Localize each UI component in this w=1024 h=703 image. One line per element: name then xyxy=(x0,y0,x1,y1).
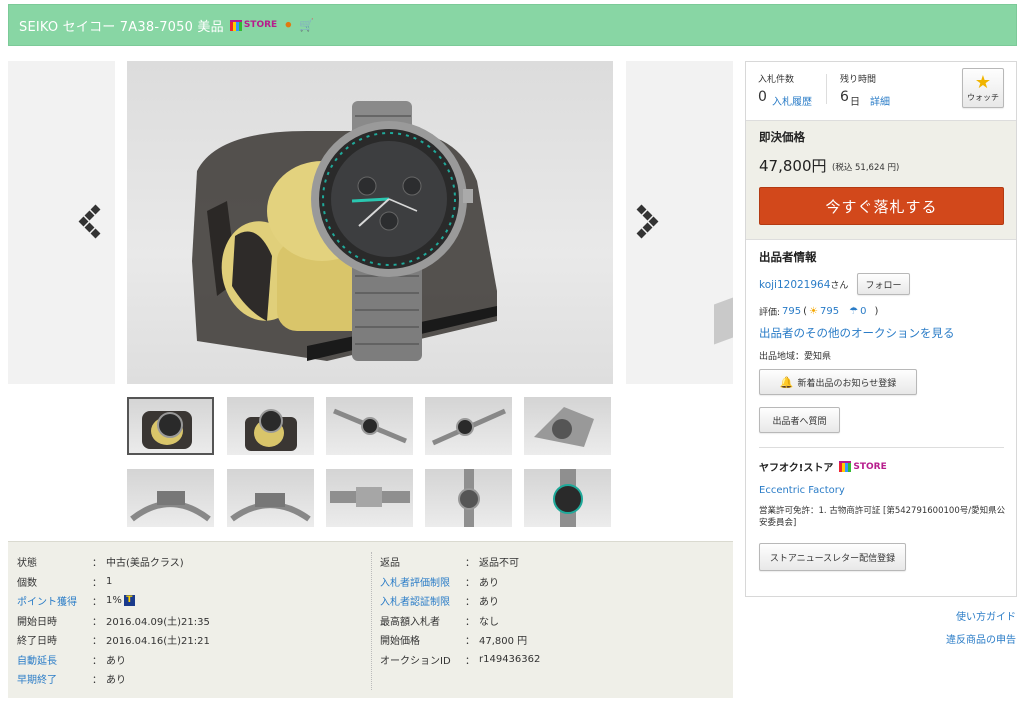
time-left-value: 6 xyxy=(840,89,849,105)
store-name-link[interactable]: Eccentric Factory xyxy=(759,485,845,496)
item-title-bar: SEIKO セイコー 7A38-7050 美品 STORE ⚫ 🛒 xyxy=(8,4,1017,46)
bad-rating-link[interactable]: 0 xyxy=(860,306,866,317)
rating-paren-close: ) xyxy=(874,306,879,317)
thumbnail[interactable] xyxy=(326,397,413,455)
thumbnail[interactable] xyxy=(227,397,314,455)
detail-row-top-bidder: 最高額入札者：なし xyxy=(380,616,499,628)
detail-row-points: ポイント獲得： 1% T xyxy=(17,591,357,611)
time-left-label: 残り時間 xyxy=(840,75,877,85)
follow-button[interactable]: フォロー xyxy=(857,273,910,295)
details-left-column: 状態：中古(美品クラス) 個数： 1 ポイント獲得： 1% T 開始日時： 2016.0… xyxy=(17,552,357,689)
bid-count-value: 0 xyxy=(758,89,767,105)
umbrella-icon: ☂ xyxy=(849,306,859,317)
main-product-photo[interactable] xyxy=(127,61,613,384)
thumbnail[interactable] xyxy=(127,397,214,455)
report-violation-link[interactable]: 違反商品の申告 xyxy=(946,631,1016,646)
details-divider xyxy=(371,552,372,690)
detail-row-condition: 状態：中古(美品クラス) xyxy=(17,558,184,570)
early-end-link[interactable]: 早期終了 xyxy=(17,671,92,686)
store-newsletter-button[interactable]: ストアニュースレター配信登録 xyxy=(759,543,906,571)
other-auctions-link[interactable]: 出品者のその他のオークションを見る xyxy=(759,325,955,341)
store-icon xyxy=(229,19,242,31)
store-badge-label: STORE xyxy=(243,20,278,30)
thumbnail[interactable] xyxy=(425,397,512,455)
seller-info-title: 出品者情報 xyxy=(759,250,817,264)
bell-icon: 🔔 xyxy=(779,375,794,389)
buy-now-price: 47,800円 xyxy=(759,157,827,175)
section-divider xyxy=(759,447,1004,448)
cart-icon[interactable]: 🛒 xyxy=(299,18,314,32)
good-rating-link[interactable]: 795 xyxy=(820,306,839,317)
chevron-right-icon[interactable] xyxy=(636,204,659,239)
gallery-next-panel[interactable] xyxy=(626,61,733,384)
auth-limit-link[interactable]: 入札者認証制限 xyxy=(380,593,465,608)
watch-label: ウォッチ xyxy=(967,92,999,102)
thumbnail[interactable] xyxy=(524,397,611,455)
store-badge: STORE xyxy=(839,461,887,472)
detail-row-rating-limit: 入札者評価制限：あり xyxy=(380,572,720,592)
bid-sidebar: 入札件数 0 入札履歴 残り時間 6 日 詳細 ★ ウォッチ 即決価格 47,8… xyxy=(745,61,1017,597)
points-link[interactable]: ポイント獲得 xyxy=(17,593,92,608)
ask-seller-button[interactable]: 出品者へ質問 xyxy=(759,407,840,433)
seller-name-row: koji12021964さん xyxy=(759,278,848,291)
seller-name-link[interactable]: koji12021964 xyxy=(759,279,830,291)
detail-row-quantity: 個数： 1 xyxy=(17,575,113,589)
chevron-left-icon[interactable] xyxy=(78,204,102,239)
bid-status: 入札件数 0 入札履歴 残り時間 6 日 詳細 ★ ウォッチ xyxy=(746,62,1016,118)
new-listing-notify-label: 新着出品のお知らせ登録 xyxy=(797,378,897,389)
store-title-row: ヤフオク!ストア STORE xyxy=(759,459,887,474)
buy-now-box: 即決価格 47,800円 (税込 51,624 円) 今すぐ落札する xyxy=(746,120,1016,240)
bid-history-link[interactable]: 入札履歴 xyxy=(772,93,812,108)
fire-icon: ⚫ xyxy=(283,18,294,32)
rating-paren-open: ( xyxy=(803,306,808,317)
seller-area: 出品地域：愛知県 xyxy=(759,352,832,362)
new-listing-notify-button[interactable]: 🔔 新着出品のお知らせ登録 xyxy=(759,369,917,395)
tpoint-icon: T xyxy=(123,595,135,607)
buy-now-label: 即決価格 xyxy=(759,130,805,144)
usage-guide-link[interactable]: 使い方ガイド xyxy=(956,608,1016,623)
detail-row-early-end: 早期終了：あり xyxy=(17,669,357,689)
store-badge-label: STORE xyxy=(853,461,887,472)
rating-link[interactable]: 795 xyxy=(782,306,801,317)
buy-now-tax-price: (税込 51,624 円) xyxy=(832,163,900,173)
sun-icon: ☀ xyxy=(809,306,819,317)
bid-count-label: 入札件数 xyxy=(758,75,795,85)
detail-row-auto-extend: 自動延長：あり xyxy=(17,650,357,670)
detail-row-auction-id: オークションID： r149436362 xyxy=(380,653,541,667)
time-detail-link[interactable]: 詳細 xyxy=(870,93,890,108)
auto-extend-link[interactable]: 自動延長 xyxy=(17,652,92,667)
details-right-column: 返品：返品不可 入札者評価制限：あり 入札者認証制限：あり 最高額入札者：なし … xyxy=(380,552,720,669)
detail-row-auth-limit: 入札者認証制限：あり xyxy=(380,591,720,611)
watch-illustration xyxy=(192,101,497,361)
item-title: SEIKO セイコー 7A38-7050 美品 xyxy=(19,19,224,35)
buy-now-button[interactable]: 今すぐ落札する xyxy=(759,187,1004,225)
bid-divider xyxy=(826,74,827,104)
next-photo-preview xyxy=(714,297,733,345)
seller-honorific: さん xyxy=(830,281,849,291)
store-badge: STORE xyxy=(229,19,278,31)
rating-limit-link[interactable]: 入札者評価制限 xyxy=(380,574,465,589)
store-icon xyxy=(839,461,852,472)
store-license: 営業許可免許：1. 古物商許可証 [第542791600100号/愛知県公安委員… xyxy=(759,506,1006,528)
star-icon: ★ xyxy=(974,71,992,93)
store-title: ヤフオク!ストア xyxy=(759,463,834,474)
detail-row-end-time: 終了日時： 2016.04.16(土)21:21 xyxy=(17,636,210,648)
item-details-table: 状態：中古(美品クラス) 個数： 1 ポイント獲得： 1% T 開始日時： 2016.0… xyxy=(8,541,733,698)
detail-row-returns: 返品：返品不可 xyxy=(380,558,519,570)
rating-label: 評価: xyxy=(759,308,781,318)
time-left-unit: 日 xyxy=(850,97,860,108)
thumbnail[interactable] xyxy=(524,469,611,527)
seller-rating-row: 評価: 795 ( ☀ 795 ☂ 0 ) xyxy=(759,305,878,318)
detail-row-start-time: 開始日時： 2016.04.09(土)21:35 xyxy=(17,616,210,628)
thumbnail[interactable] xyxy=(227,469,314,527)
thumbnail[interactable] xyxy=(326,469,413,527)
watch-button[interactable]: ★ ウォッチ xyxy=(962,68,1004,108)
detail-row-start-price: 開始価格： 47,800 円 xyxy=(380,636,528,648)
gallery-prev-panel[interactable] xyxy=(8,61,115,384)
thumbnail[interactable] xyxy=(425,469,512,527)
thumbnail[interactable] xyxy=(127,469,214,527)
